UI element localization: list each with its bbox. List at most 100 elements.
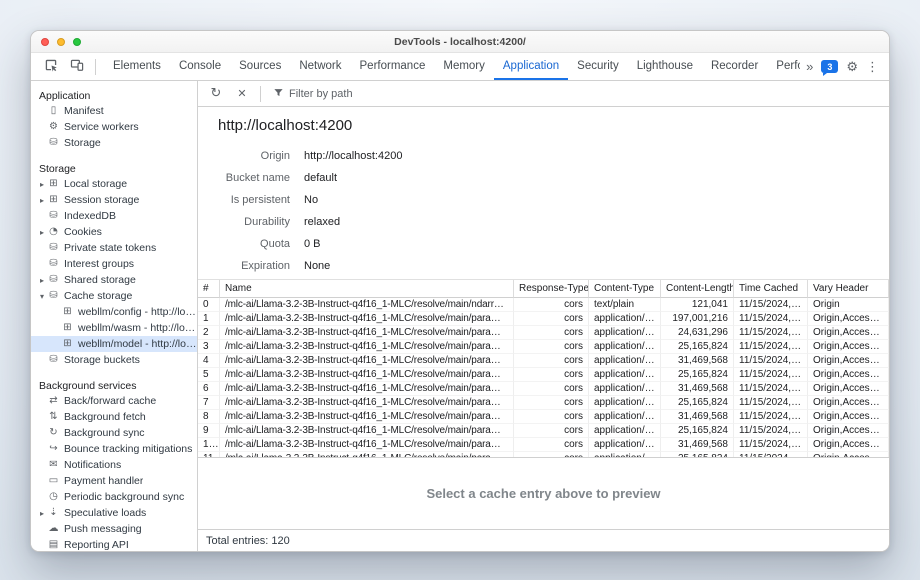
sidebar-item-back-forward-cache[interactable]: ⇄Back/forward cache (31, 393, 197, 409)
gear-icon: ⚙ (47, 122, 60, 132)
tab-elements[interactable]: Elements (104, 53, 170, 80)
sidebar-section-background-services[interactable]: Background services (31, 377, 197, 393)
chevron-down-icon[interactable]: ▾ (37, 292, 47, 301)
table-row[interactable]: 7/mlc-ai/Llama-3.2-3B-Instruct-q4f16_1-M… (198, 396, 889, 410)
table-row[interactable]: 5/mlc-ai/Llama-3.2-3B-Instruct-q4f16_1-M… (198, 368, 889, 382)
cell-content-type: application/oc… (589, 396, 661, 410)
metadata-value: 0 B (304, 238, 321, 250)
column-header-index[interactable]: # (198, 280, 220, 298)
sidebar-item-webllm-config-http-loc[interactable]: ⊞webllm/config - http://loc… (31, 304, 197, 320)
sidebar-item-speculative-loads[interactable]: ▸⇣Speculative loads (31, 505, 197, 521)
preview-placeholder-message: Select a cache entry above to preview (426, 486, 660, 501)
cell-content-type: application/oc… (589, 354, 661, 368)
cell-name: /mlc-ai/Llama-3.2-3B-Instruct-q4f16_1-ML… (220, 382, 514, 396)
table-row[interactable]: 1/mlc-ai/Llama-3.2-3B-Instruct-q4f16_1-M… (198, 312, 889, 326)
inspect-element-button[interactable] (39, 56, 63, 78)
device-toolbar-button[interactable] (65, 56, 89, 78)
chevron-right-icon[interactable]: ▸ (37, 276, 47, 285)
table-row[interactable]: 2/mlc-ai/Llama-3.2-3B-Instruct-q4f16_1-M… (198, 326, 889, 340)
chevron-right-icon[interactable]: ▸ (37, 196, 47, 205)
cell-content-type: application/oc… (589, 438, 661, 452)
sidebar-item-bounce-tracking-mitigations[interactable]: ↪Bounce tracking mitigations (31, 441, 197, 457)
sidebar-item-payment-handler[interactable]: ▭Payment handler (31, 473, 197, 489)
cell-vary-header: Origin,Access… (808, 326, 889, 340)
sidebar-item-label: Periodic background sync (64, 491, 184, 503)
sidebar-item-push-messaging[interactable]: ☁Push messaging (31, 521, 197, 537)
column-header-name[interactable]: Name (220, 280, 514, 298)
chevron-right-icon[interactable]: ▸ (37, 228, 47, 237)
filter-by-path-input[interactable]: Filter by path (267, 85, 359, 103)
table-row[interactable]: 0/mlc-ai/Llama-3.2-3B-Instruct-q4f16_1-M… (198, 298, 889, 312)
sidebar-item-webllm-wasm-http-loca[interactable]: ⊞webllm/wasm - http://loca… (31, 320, 197, 336)
sidebar-item-cookies[interactable]: ▸◔Cookies (31, 224, 197, 240)
window-titlebar[interactable]: DevTools - localhost:4200/ (31, 31, 889, 53)
cell-response-type: cors (514, 438, 589, 452)
column-header-content-type[interactable]: Content-Type (589, 280, 661, 298)
tab-sources[interactable]: Sources (230, 53, 290, 80)
cell-content-length: 31,469,568 (661, 382, 734, 396)
delete-selected-button[interactable]: ✕ (230, 83, 254, 105)
sidebar-item-session-storage[interactable]: ▸⊞Session storage (31, 192, 197, 208)
refresh-button[interactable]: ↻ (204, 83, 228, 105)
sidebar-item-manifest[interactable]: ▯Manifest (31, 103, 197, 119)
table-row[interactable]: 6/mlc-ai/Llama-3.2-3B-Instruct-q4f16_1-M… (198, 382, 889, 396)
database-icon: ⛁ (47, 211, 60, 221)
settings-gear-icon[interactable]: ⚙ (846, 60, 858, 73)
tab-application[interactable]: Application (494, 53, 568, 80)
cell-time-cached: 11/15/2024, 10… (734, 298, 808, 312)
cell-time-cached: 11/15/2024, 10… (734, 410, 808, 424)
table-row[interactable]: 10/mlc-ai/Llama-3.2-3B-Instruct-q4f16_1-… (198, 438, 889, 452)
tab-recorder[interactable]: Recorder (702, 53, 767, 80)
column-header-content-length[interactable]: Content-Length (661, 280, 734, 298)
sidebar-item-reporting-api[interactable]: ▤Reporting API (31, 537, 197, 551)
sidebar-item-storage-buckets[interactable]: ⛁Storage buckets (31, 352, 197, 368)
sidebar-item-interest-groups[interactable]: ⛁Interest groups (31, 256, 197, 272)
close-button[interactable] (41, 38, 49, 46)
column-header-time-cached[interactable]: Time Cached (734, 280, 808, 298)
chevron-right-icon[interactable]: ▸ (37, 180, 47, 189)
chevron-right-icon[interactable]: ▸ (37, 509, 47, 518)
tab-performance[interactable]: Performance (351, 53, 435, 80)
minimize-button[interactable] (57, 38, 65, 46)
cell-content-length: 25,165,824 (661, 424, 734, 438)
table-body[interactable]: 0/mlc-ai/Llama-3.2-3B-Instruct-q4f16_1-M… (198, 298, 889, 457)
table-row[interactable]: 3/mlc-ai/Llama-3.2-3B-Instruct-q4f16_1-M… (198, 340, 889, 354)
sidebar-item-indexeddb[interactable]: ⛁IndexedDB (31, 208, 197, 224)
sidebar-item-service-workers[interactable]: ⚙Service workers (31, 119, 197, 135)
column-header-vary-header[interactable]: Vary Header (808, 280, 889, 298)
cell-content-type: application/oc… (589, 410, 661, 424)
sidebar-item-private-state-tokens[interactable]: ⛁Private state tokens (31, 240, 197, 256)
sidebar-item-shared-storage[interactable]: ▸⛁Shared storage (31, 272, 197, 288)
table-row[interactable]: 9/mlc-ai/Llama-3.2-3B-Instruct-q4f16_1-M… (198, 424, 889, 438)
kebab-menu-icon[interactable]: ⋮ (866, 60, 879, 73)
sidebar-section-application[interactable]: Application (31, 87, 197, 103)
tab-memory[interactable]: Memory (434, 53, 494, 80)
tab-performance-insights[interactable]: Performance insights (767, 53, 800, 80)
sidebar-item-periodic-background-sync[interactable]: ◷Periodic background sync (31, 489, 197, 505)
window-title: DevTools - localhost:4200/ (31, 36, 889, 48)
sidebar-item-background-fetch[interactable]: ⇅Background fetch (31, 409, 197, 425)
sidebar-item-storage[interactable]: ⛁Storage (31, 135, 197, 151)
sidebar-item-cache-storage[interactable]: ▾⛁Cache storage (31, 288, 197, 304)
tab-security[interactable]: Security (568, 53, 628, 80)
tab-console[interactable]: Console (170, 53, 230, 80)
cell-name: /mlc-ai/Llama-3.2-3B-Instruct-q4f16_1-ML… (220, 354, 514, 368)
sidebar-item-label: Interest groups (64, 258, 134, 270)
sidebar-section-storage[interactable]: Storage (31, 160, 197, 176)
more-tabs-button[interactable]: » (806, 59, 813, 74)
tab-lighthouse[interactable]: Lighthouse (628, 53, 702, 80)
tab-label: Performance (360, 60, 426, 72)
table-row[interactable]: 8/mlc-ai/Llama-3.2-3B-Instruct-q4f16_1-M… (198, 410, 889, 424)
sidebar-item-local-storage[interactable]: ▸⊞Local storage (31, 176, 197, 192)
cell-name: /mlc-ai/Llama-3.2-3B-Instruct-q4f16_1-ML… (220, 340, 514, 354)
sidebar-item-notifications[interactable]: ✉Notifications (31, 457, 197, 473)
table-row[interactable]: 4/mlc-ai/Llama-3.2-3B-Instruct-q4f16_1-M… (198, 354, 889, 368)
tab-network[interactable]: Network (290, 53, 350, 80)
sidebar-item-background-sync[interactable]: ↻Background sync (31, 425, 197, 441)
fullscreen-button[interactable] (73, 38, 81, 46)
sidebar-item-label: webllm/model - http://loc… (78, 338, 197, 350)
sidebar-item-webllm-model-http-loc[interactable]: ⊞webllm/model - http://loc… (31, 336, 197, 352)
sync-icon: ↻ (47, 428, 60, 438)
console-messages-badge[interactable]: 3 (821, 60, 838, 73)
column-header-response-type[interactable]: Response-Type (514, 280, 589, 298)
